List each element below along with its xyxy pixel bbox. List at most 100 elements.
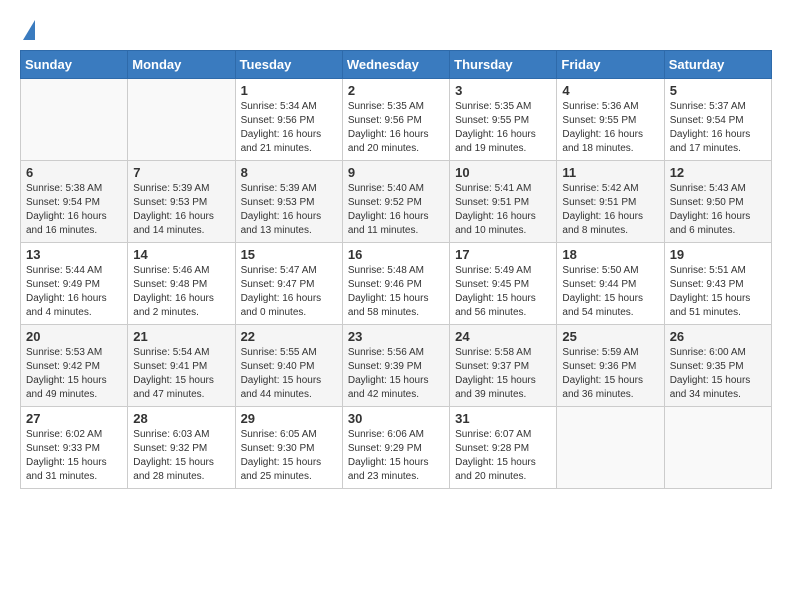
calendar-day-cell: 17 Sunrise: 5:49 AMSunset: 9:45 PMDayligh… bbox=[450, 243, 557, 325]
day-number: 28 bbox=[133, 411, 229, 426]
day-info: Sunrise: 5:49 AMSunset: 9:45 PMDaylight:… bbox=[455, 264, 551, 320]
calendar-day-cell: 2Sunrise: 5:35 AMSunset: 9:56 PMDaylight… bbox=[342, 79, 449, 161]
calendar-day-cell: 7 Sunrise: 5:39 AMSunset: 9:53 PMDaylight… bbox=[128, 161, 235, 243]
day-info: Sunrise: 5:35 AMSunset: 9:55 PMDaylight:… bbox=[455, 100, 551, 156]
day-number: 3 bbox=[455, 83, 551, 98]
day-info: Sunrise: 5:35 AMSunset: 9:56 PMDaylight:… bbox=[348, 100, 444, 156]
calendar-day-cell: 23 Sunrise: 5:56 AMSunset: 9:39 PMDayligh… bbox=[342, 325, 449, 407]
day-info: Sunrise: 6:06 AMSunset: 9:29 PMDaylight:… bbox=[348, 428, 444, 484]
day-number: 27 bbox=[26, 411, 122, 426]
day-number: 17 bbox=[455, 247, 551, 262]
day-number: 25 bbox=[562, 329, 658, 344]
day-number: 19 bbox=[670, 247, 766, 262]
calendar-day-cell: 25 Sunrise: 5:59 AMSunset: 9:36 PMDayligh… bbox=[557, 325, 664, 407]
calendar-day-cell: 8 Sunrise: 5:39 AMSunset: 9:53 PMDaylight… bbox=[235, 161, 342, 243]
calendar-week-row: 6 Sunrise: 5:38 AMSunset: 9:54 PMDaylight… bbox=[21, 161, 772, 243]
calendar-day-cell: 29 Sunrise: 6:05 AMSunset: 9:30 PMDayligh… bbox=[235, 407, 342, 489]
calendar-day-cell: 11 Sunrise: 5:42 AMSunset: 9:51 PMDayligh… bbox=[557, 161, 664, 243]
weekday-header-friday: Friday bbox=[557, 51, 664, 79]
calendar-day-cell bbox=[21, 79, 128, 161]
day-info: Sunrise: 5:51 AMSunset: 9:43 PMDaylight:… bbox=[670, 264, 766, 320]
day-number: 10 bbox=[455, 165, 551, 180]
day-info: Sunrise: 5:37 AMSunset: 9:54 PMDaylight:… bbox=[670, 100, 766, 156]
calendar-day-cell: 21 Sunrise: 5:54 AMSunset: 9:41 PMDayligh… bbox=[128, 325, 235, 407]
calendar-day-cell: 30 Sunrise: 6:06 AMSunset: 9:29 PMDayligh… bbox=[342, 407, 449, 489]
day-info: Sunrise: 5:47 AMSunset: 9:47 PMDaylight:… bbox=[241, 264, 337, 320]
weekday-header-tuesday: Tuesday bbox=[235, 51, 342, 79]
weekday-header-saturday: Saturday bbox=[664, 51, 771, 79]
day-info: Sunrise: 5:46 AMSunset: 9:48 PMDaylight:… bbox=[133, 264, 229, 320]
day-number: 8 bbox=[241, 165, 337, 180]
calendar-day-cell bbox=[664, 407, 771, 489]
day-info: Sunrise: 5:42 AMSunset: 9:51 PMDaylight:… bbox=[562, 182, 658, 238]
day-number: 12 bbox=[670, 165, 766, 180]
day-info: Sunrise: 5:48 AMSunset: 9:46 PMDaylight:… bbox=[348, 264, 444, 320]
calendar-day-cell: 20 Sunrise: 5:53 AMSunset: 9:42 PMDayligh… bbox=[21, 325, 128, 407]
weekday-header-row: SundayMondayTuesdayWednesdayThursdayFrid… bbox=[21, 51, 772, 79]
calendar-day-cell: 15Sunrise: 5:47 AMSunset: 9:47 PMDayligh… bbox=[235, 243, 342, 325]
day-info: Sunrise: 5:43 AMSunset: 9:50 PMDaylight:… bbox=[670, 182, 766, 238]
day-info: Sunrise: 5:50 AMSunset: 9:44 PMDaylight:… bbox=[562, 264, 658, 320]
calendar-day-cell: 1Sunrise: 5:34 AMSunset: 9:56 PMDaylight… bbox=[235, 79, 342, 161]
calendar-day-cell: 26 Sunrise: 6:00 AMSunset: 9:35 PMDayligh… bbox=[664, 325, 771, 407]
day-info: Sunrise: 6:03 AMSunset: 9:32 PMDaylight:… bbox=[133, 428, 229, 484]
calendar-day-cell: 5 Sunrise: 5:37 AMSunset: 9:54 PMDaylight… bbox=[664, 79, 771, 161]
weekday-header-thursday: Thursday bbox=[450, 51, 557, 79]
day-number: 13 bbox=[26, 247, 122, 262]
logo-triangle-icon bbox=[23, 20, 35, 40]
day-number: 26 bbox=[670, 329, 766, 344]
calendar-day-cell: 31Sunrise: 6:07 AMSunset: 9:28 PMDayligh… bbox=[450, 407, 557, 489]
calendar-week-row: 27 Sunrise: 6:02 AMSunset: 9:33 PMDayligh… bbox=[21, 407, 772, 489]
day-info: Sunrise: 5:56 AMSunset: 9:39 PMDaylight:… bbox=[348, 346, 444, 402]
day-number: 23 bbox=[348, 329, 444, 344]
calendar-day-cell: 13 Sunrise: 5:44 AMSunset: 9:49 PMDayligh… bbox=[21, 243, 128, 325]
day-number: 24 bbox=[455, 329, 551, 344]
day-number: 16 bbox=[348, 247, 444, 262]
day-number: 21 bbox=[133, 329, 229, 344]
calendar-day-cell bbox=[557, 407, 664, 489]
day-info: Sunrise: 5:39 AMSunset: 9:53 PMDaylight:… bbox=[133, 182, 229, 238]
day-info: Sunrise: 5:58 AMSunset: 9:37 PMDaylight:… bbox=[455, 346, 551, 402]
calendar-day-cell: 4Sunrise: 5:36 AMSunset: 9:55 PMDaylight… bbox=[557, 79, 664, 161]
calendar-day-cell: 9Sunrise: 5:40 AMSunset: 9:52 PMDaylight… bbox=[342, 161, 449, 243]
day-number: 29 bbox=[241, 411, 337, 426]
day-info: Sunrise: 5:34 AMSunset: 9:56 PMDaylight:… bbox=[241, 100, 337, 156]
calendar-day-cell: 6 Sunrise: 5:38 AMSunset: 9:54 PMDaylight… bbox=[21, 161, 128, 243]
day-info: Sunrise: 5:39 AMSunset: 9:53 PMDaylight:… bbox=[241, 182, 337, 238]
day-number: 5 bbox=[670, 83, 766, 98]
day-info: Sunrise: 5:44 AMSunset: 9:49 PMDaylight:… bbox=[26, 264, 122, 320]
calendar-day-cell: 14Sunrise: 5:46 AMSunset: 9:48 PMDayligh… bbox=[128, 243, 235, 325]
day-info: Sunrise: 5:59 AMSunset: 9:36 PMDaylight:… bbox=[562, 346, 658, 402]
day-number: 6 bbox=[26, 165, 122, 180]
day-number: 4 bbox=[562, 83, 658, 98]
calendar-day-cell: 22 Sunrise: 5:55 AMSunset: 9:40 PMDayligh… bbox=[235, 325, 342, 407]
day-number: 7 bbox=[133, 165, 229, 180]
day-info: Sunrise: 5:53 AMSunset: 9:42 PMDaylight:… bbox=[26, 346, 122, 402]
day-info: Sunrise: 6:05 AMSunset: 9:30 PMDaylight:… bbox=[241, 428, 337, 484]
day-number: 9 bbox=[348, 165, 444, 180]
day-info: Sunrise: 6:02 AMSunset: 9:33 PMDaylight:… bbox=[26, 428, 122, 484]
calendar-day-cell bbox=[128, 79, 235, 161]
day-number: 18 bbox=[562, 247, 658, 262]
day-info: Sunrise: 5:54 AMSunset: 9:41 PMDaylight:… bbox=[133, 346, 229, 402]
calendar-week-row: 13 Sunrise: 5:44 AMSunset: 9:49 PMDayligh… bbox=[21, 243, 772, 325]
day-info: Sunrise: 5:41 AMSunset: 9:51 PMDaylight:… bbox=[455, 182, 551, 238]
day-number: 20 bbox=[26, 329, 122, 344]
weekday-header-sunday: Sunday bbox=[21, 51, 128, 79]
calendar-day-cell: 27 Sunrise: 6:02 AMSunset: 9:33 PMDayligh… bbox=[21, 407, 128, 489]
calendar-day-cell: 16 Sunrise: 5:48 AMSunset: 9:46 PMDayligh… bbox=[342, 243, 449, 325]
day-info: Sunrise: 6:00 AMSunset: 9:35 PMDaylight:… bbox=[670, 346, 766, 402]
day-info: Sunrise: 5:38 AMSunset: 9:54 PMDaylight:… bbox=[26, 182, 122, 238]
calendar-day-cell: 24 Sunrise: 5:58 AMSunset: 9:37 PMDayligh… bbox=[450, 325, 557, 407]
calendar-day-cell: 19 Sunrise: 5:51 AMSunset: 9:43 PMDayligh… bbox=[664, 243, 771, 325]
calendar-week-row: 1Sunrise: 5:34 AMSunset: 9:56 PMDaylight… bbox=[21, 79, 772, 161]
day-number: 11 bbox=[562, 165, 658, 180]
calendar-day-cell: 10 Sunrise: 5:41 AMSunset: 9:51 PMDayligh… bbox=[450, 161, 557, 243]
calendar-day-cell: 28 Sunrise: 6:03 AMSunset: 9:32 PMDayligh… bbox=[128, 407, 235, 489]
calendar-day-cell: 18 Sunrise: 5:50 AMSunset: 9:44 PMDayligh… bbox=[557, 243, 664, 325]
day-number: 30 bbox=[348, 411, 444, 426]
day-number: 31 bbox=[455, 411, 551, 426]
page-header bbox=[20, 20, 772, 40]
day-info: Sunrise: 5:55 AMSunset: 9:40 PMDaylight:… bbox=[241, 346, 337, 402]
day-number: 22 bbox=[241, 329, 337, 344]
